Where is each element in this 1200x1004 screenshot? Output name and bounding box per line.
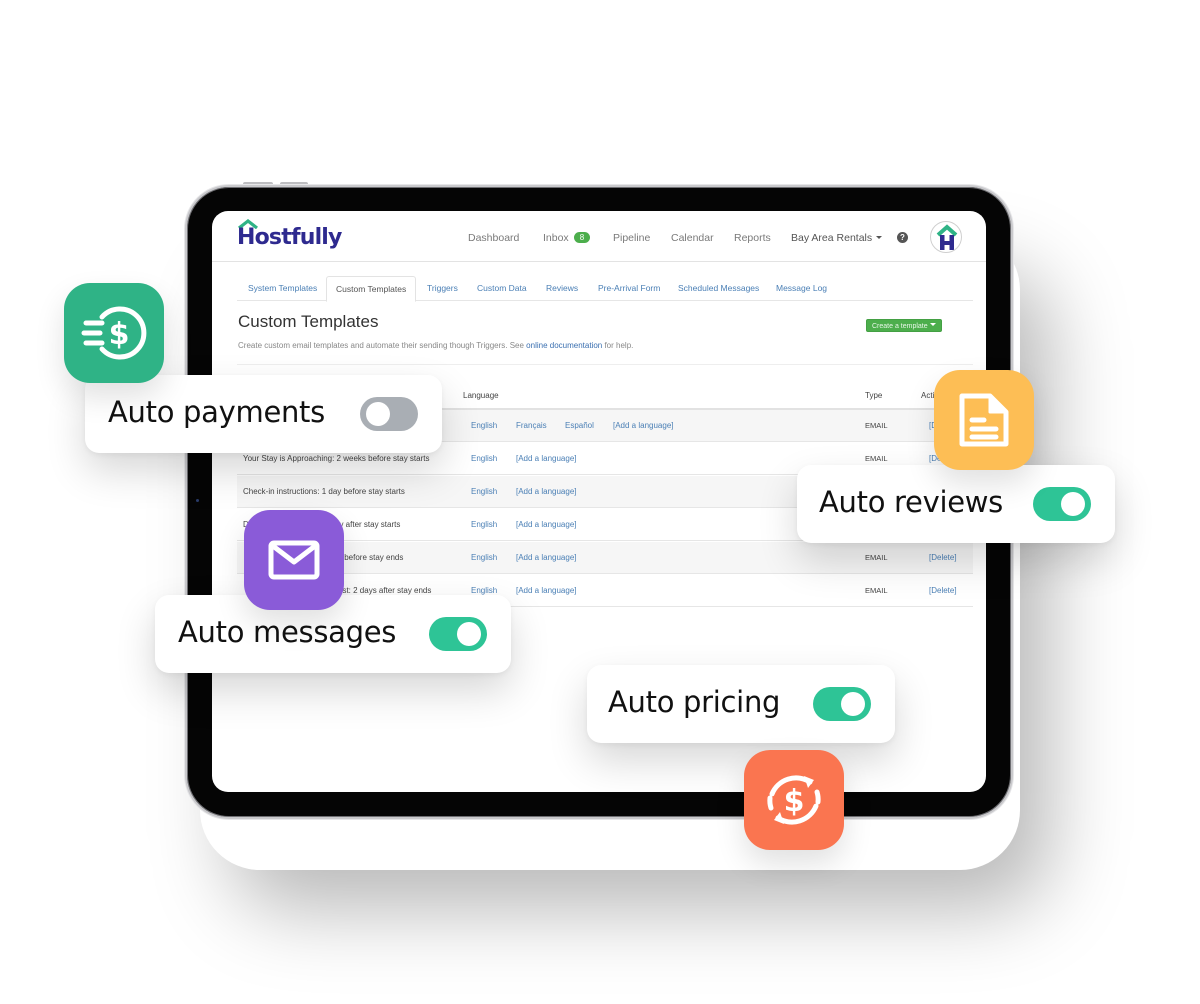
type-cell: EMAIL — [865, 586, 888, 595]
language-link[interactable]: English — [471, 586, 497, 595]
page-title: Custom Templates — [238, 312, 379, 331]
description-text: Create custom email templates and automa… — [238, 341, 527, 350]
auto-reviews-card: Auto reviews — [797, 465, 1115, 543]
tablet-camera — [196, 499, 199, 502]
create-template-button[interactable]: Create a template — [866, 319, 942, 332]
envelope-icon — [268, 540, 320, 580]
description-suffix: for help. — [602, 341, 634, 350]
language-link[interactable]: Español — [565, 421, 594, 430]
header-language: Language — [463, 391, 499, 400]
template-name[interactable]: Your Stay is Approaching: 2 weeks before… — [243, 454, 429, 463]
avatar[interactable] — [930, 221, 962, 253]
tab-reviews[interactable]: Reviews — [546, 276, 578, 301]
account-menu[interactable]: Bay Area Rentals — [791, 232, 883, 244]
auto-reviews-app-icon — [934, 370, 1034, 470]
auto-payments-card: Auto payments — [85, 375, 442, 453]
page-description: Create custom email templates and automa… — [238, 341, 633, 350]
table-row[interactable]: y before stay ends English [Add a langua… — [237, 542, 973, 574]
nav-calendar[interactable]: Calendar — [671, 232, 714, 244]
language-link[interactable]: English — [471, 487, 497, 496]
tab-triggers[interactable]: Triggers — [427, 276, 458, 301]
auto-messages-app-icon — [244, 510, 344, 610]
auto-reviews-toggle[interactable] — [1033, 487, 1091, 521]
tab-custom-data[interactable]: Custom Data — [477, 276, 527, 301]
auto-payments-label: Auto payments — [108, 395, 325, 429]
auto-messages-toggle[interactable] — [429, 617, 487, 651]
auto-reviews-label: Auto reviews — [819, 485, 1003, 519]
online-documentation-link[interactable]: online documentation — [526, 341, 602, 350]
auto-payments-app-icon: $ — [64, 283, 164, 383]
nav-dashboard[interactable]: Dashboard — [468, 232, 519, 244]
top-navigation: Hostfully Dashboard Inbox 8 Pipeline Cale… — [212, 211, 986, 262]
hostfully-h-logo-icon — [936, 224, 958, 250]
delete-link[interactable]: [Delete] — [929, 553, 957, 562]
add-language-link[interactable]: [Add a language] — [516, 520, 577, 529]
toggle-knob — [457, 622, 481, 646]
type-cell: EMAIL — [865, 421, 888, 430]
inbox-count-badge: 8 — [573, 232, 591, 243]
language-link[interactable]: English — [471, 421, 497, 430]
svg-text:$: $ — [109, 317, 130, 352]
language-link[interactable]: English — [471, 454, 497, 463]
tab-message-log[interactable]: Message Log — [776, 276, 827, 301]
header-type: Type — [865, 391, 883, 400]
language-link[interactable]: English — [471, 553, 497, 562]
template-name-end[interactable]: y before stay ends — [338, 553, 403, 562]
language-link[interactable]: Français — [516, 421, 547, 430]
auto-payments-toggle[interactable] — [360, 397, 418, 431]
chevron-down-icon — [929, 323, 936, 326]
tab-system-templates[interactable]: System Templates — [248, 276, 317, 301]
auto-pricing-app-icon: $ — [744, 750, 844, 850]
add-language-link[interactable]: [Add a language] — [516, 487, 577, 496]
document-icon — [959, 393, 1009, 447]
add-language-link[interactable]: [Add a language] — [516, 553, 577, 562]
tab-pre-arrival-form[interactable]: Pre-Arrival Form — [598, 276, 660, 301]
auto-pricing-card: Auto pricing — [587, 665, 895, 743]
type-cell: EMAIL — [865, 553, 888, 562]
svg-text:$: $ — [784, 784, 805, 819]
toggle-knob — [841, 692, 865, 716]
template-name-end[interactable]: est: 2 days after stay ends — [338, 586, 431, 595]
create-template-label: Create a template — [872, 323, 928, 330]
chevron-down-icon — [876, 236, 883, 239]
nav-pipeline[interactable]: Pipeline — [613, 232, 650, 244]
language-link[interactable]: English — [471, 520, 497, 529]
nav-inbox-label: Inbox — [543, 232, 569, 244]
auto-messages-label: Auto messages — [178, 615, 397, 649]
template-name[interactable]: Check-in instructions: 1 day before stay… — [243, 487, 405, 496]
delete-link[interactable]: [Delete] — [929, 586, 957, 595]
auto-pricing-toggle[interactable] — [813, 687, 871, 721]
dollar-coin-fast-icon: $ — [81, 306, 147, 360]
add-language-link[interactable]: [Add a language] — [613, 421, 674, 430]
tab-scheduled-messages[interactable]: Scheduled Messages — [678, 276, 759, 301]
toggle-knob — [366, 402, 390, 426]
toggle-knob — [1061, 492, 1085, 516]
auto-pricing-label: Auto pricing — [608, 685, 781, 719]
add-language-link[interactable]: [Add a language] — [516, 454, 577, 463]
add-language-link[interactable]: [Add a language] — [516, 586, 577, 595]
logo-text: Hostfully — [237, 225, 342, 250]
dollar-refresh-icon: $ — [767, 775, 821, 825]
question-circle-icon[interactable]: ? — [897, 232, 908, 243]
account-menu-label: Bay Area Rentals — [791, 232, 873, 244]
section-divider — [237, 364, 973, 365]
template-tabs: System Templates Custom Templates Trigge… — [237, 276, 973, 302]
template-name-end[interactable]: ay after stay starts — [335, 520, 400, 529]
nav-inbox[interactable]: Inbox 8 — [543, 232, 591, 244]
type-cell: EMAIL — [865, 454, 888, 463]
nav-reports[interactable]: Reports — [734, 232, 771, 244]
tab-custom-templates[interactable]: Custom Templates — [326, 276, 417, 302]
hostfully-logo[interactable]: Hostfully — [237, 219, 352, 255]
